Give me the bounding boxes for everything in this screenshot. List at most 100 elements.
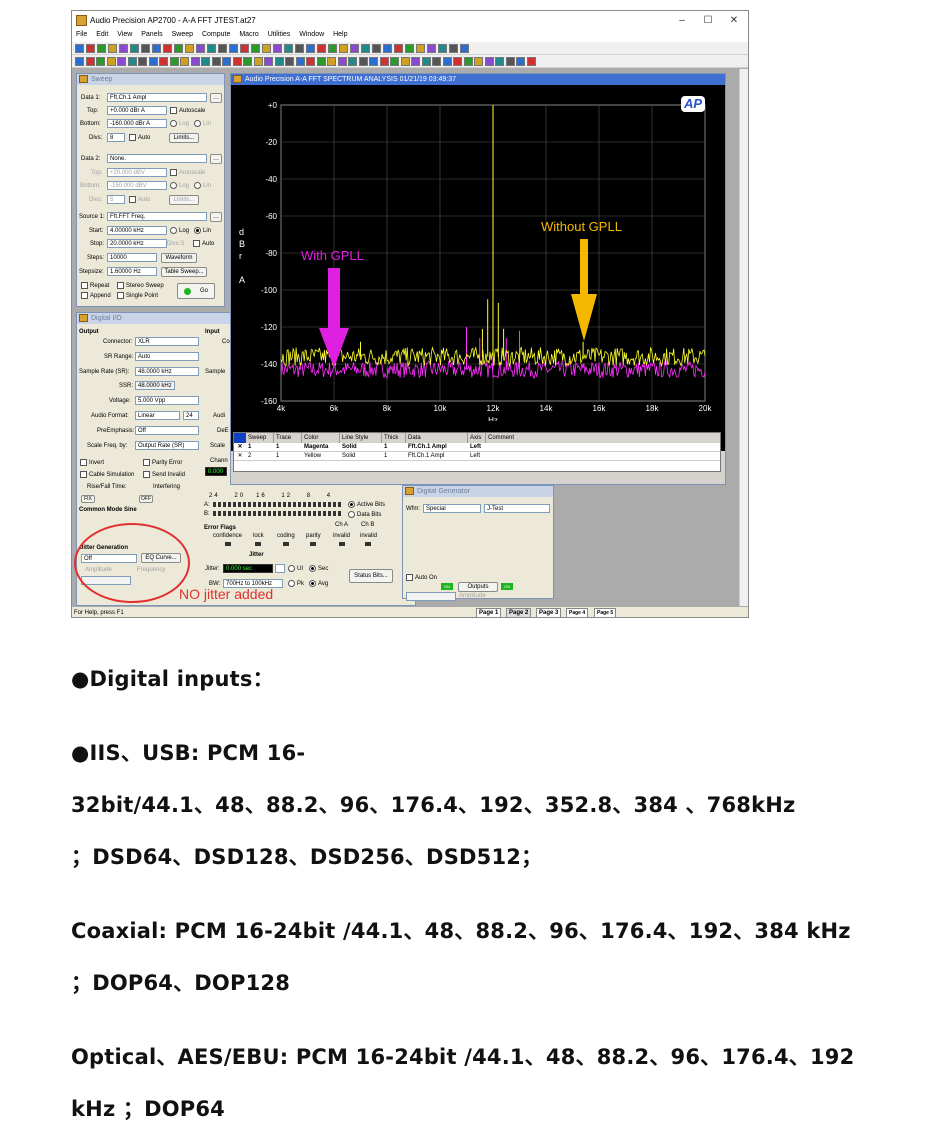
toolbar-button-icon[interactable] (317, 44, 326, 53)
toolbar-button-icon[interactable] (130, 44, 139, 53)
header-axis[interactable]: Axis (468, 433, 486, 443)
pk-radio[interactable] (288, 580, 295, 587)
row1-checkbox[interactable]: ✕ (234, 443, 246, 451)
log-radio[interactable] (170, 120, 177, 127)
avg-radio[interactable] (309, 580, 316, 587)
data-bits-radio[interactable] (348, 511, 355, 518)
toolbar-button-icon[interactable] (159, 57, 168, 66)
header-color[interactable]: Color (302, 433, 340, 443)
source1-browse-button[interactable]: … (210, 212, 222, 222)
menu-file[interactable]: File (76, 31, 87, 38)
row1-thick[interactable]: 1 (382, 443, 406, 451)
fix-button[interactable]: FIX (81, 495, 95, 503)
toolbar-button-icon[interactable] (106, 57, 116, 66)
toolbar-button-icon[interactable] (97, 44, 106, 53)
toolbar-button-icon[interactable] (383, 44, 392, 53)
header-line-style[interactable]: Line Style (340, 433, 382, 443)
row1-comment[interactable] (486, 443, 720, 451)
tab-page-4[interactable]: Page 4 (566, 608, 589, 617)
tab-page-3[interactable]: Page 3 (536, 608, 562, 617)
menu-edit[interactable]: Edit (96, 31, 108, 38)
divs2-field[interactable]: 5 (107, 195, 125, 204)
toolbar-button-icon[interactable] (442, 57, 452, 66)
toolbar-button-icon[interactable] (243, 57, 252, 66)
toolbar-button-icon[interactable] (295, 57, 305, 66)
row1-color[interactable]: Magenta (302, 443, 340, 451)
log2-radio[interactable] (170, 182, 177, 189)
toolbar-button-icon[interactable] (152, 44, 161, 53)
steps-field[interactable]: 10000 (107, 253, 157, 262)
append-checkbox[interactable] (81, 292, 88, 299)
lin3-radio[interactable] (194, 227, 201, 234)
toolbar-button-icon[interactable] (222, 57, 231, 66)
preemphasis-select[interactable]: Off (135, 426, 199, 435)
lin2-radio[interactable] (194, 182, 201, 189)
menu-macro[interactable]: Macro (239, 31, 258, 38)
toolbar-button-icon[interactable] (262, 44, 271, 53)
header-sweep[interactable]: Sweep (246, 433, 274, 443)
auto2-checkbox[interactable] (129, 196, 136, 203)
toolbar-button-icon[interactable] (405, 44, 414, 53)
toolbar-button-icon[interactable] (274, 57, 284, 66)
connector-select[interactable]: XLR (135, 337, 199, 346)
toolbar-button-icon[interactable] (196, 44, 205, 53)
output-a-on-button[interactable]: ON (441, 583, 453, 590)
go-button[interactable]: Go (177, 283, 215, 299)
invert-checkbox[interactable] (80, 459, 87, 466)
data1-field[interactable]: Fft.Ch.1 Ampl (107, 93, 207, 102)
tab-page-5[interactable]: Page 5 (594, 608, 617, 617)
toolbar-button-icon[interactable] (379, 57, 389, 66)
toolbar-button-icon[interactable] (460, 44, 469, 53)
header-comment[interactable]: Comment (486, 433, 720, 443)
toolbar-button-icon[interactable] (390, 57, 399, 66)
toolbar-button-icon[interactable] (75, 44, 84, 53)
repeat-checkbox[interactable] (81, 282, 88, 289)
header-thick[interactable]: Thick (382, 433, 406, 443)
wfm-select[interactable]: Special (423, 504, 481, 513)
limits2-button[interactable]: Limits... (169, 195, 199, 205)
toolbar-button-icon[interactable] (348, 57, 357, 66)
toolbar-button-icon[interactable] (190, 57, 200, 66)
toolbar-button-icon[interactable] (328, 44, 337, 53)
table-row[interactable]: ✕ 2 1 Yellow Solid 1 Fft.Ch.1 Ampl Left (234, 452, 720, 461)
active-bits-radio[interactable] (348, 501, 355, 508)
toolbar-button-icon[interactable] (337, 57, 347, 66)
toolbar-button-icon[interactable] (361, 44, 370, 53)
close-button[interactable]: ✕ (724, 14, 744, 28)
toolbar-button-icon[interactable] (484, 57, 494, 66)
fft-plot-area[interactable]: 4k 6k 8k 10k 12k 14k 16k 18k 20k +0 -20 -40 -60 -80 -1… (231, 85, 725, 451)
autoscale-checkbox[interactable] (170, 107, 177, 114)
voltage-field[interactable]: 5.000 Vpp (135, 396, 199, 405)
source1-field[interactable]: Fft.FFT Freq. (107, 212, 207, 221)
menu-window[interactable]: Window (299, 31, 324, 38)
off-button[interactable]: OFF (139, 495, 153, 503)
digital-generator-titlebar[interactable]: Digital Generator (403, 486, 553, 497)
graph-window-titlebar[interactable]: Audio Precision A-A FFT SPECTRUM ANALYSI… (231, 74, 725, 85)
toolbar-button-icon[interactable] (372, 44, 381, 53)
toolbar-button-icon[interactable] (400, 57, 410, 66)
row2-comment[interactable] (486, 452, 720, 460)
autoscale2-checkbox[interactable] (170, 169, 177, 176)
toolbar-button-icon[interactable] (516, 57, 525, 66)
row2-color[interactable]: Yellow (302, 452, 340, 460)
log3-radio[interactable] (170, 227, 177, 234)
waveform-button[interactable]: Waveform (161, 253, 197, 263)
row2-axis[interactable]: Left (468, 452, 486, 460)
toolbar-button-icon[interactable] (285, 57, 294, 66)
data2-browse-button[interactable]: … (210, 154, 222, 164)
toolbar-button-icon[interactable] (253, 57, 263, 66)
jitter-unit-select[interactable] (275, 564, 285, 573)
toolbar-button-icon[interactable] (350, 44, 359, 53)
toolbar-button-icon[interactable] (505, 57, 515, 66)
data1-browse-button[interactable]: … (210, 93, 222, 103)
toolbar-button-icon[interactable] (273, 44, 282, 53)
toolbar-button-icon[interactable] (119, 44, 128, 53)
bottom2-field[interactable]: -150.000 dBV (107, 181, 167, 190)
row2-line-style[interactable]: Solid (340, 452, 382, 460)
parity-error-checkbox[interactable] (143, 459, 150, 466)
table-row[interactable]: ✕ 1 1 Magenta Solid 1 Fft.Ch.1 Ampl Left (234, 443, 720, 452)
toolbar-button-icon[interactable] (432, 57, 441, 66)
stepsize-field[interactable]: 1.60000 Hz (107, 267, 157, 276)
toolbar-button-icon[interactable] (117, 57, 126, 66)
toolbar-button-icon[interactable] (141, 44, 150, 53)
